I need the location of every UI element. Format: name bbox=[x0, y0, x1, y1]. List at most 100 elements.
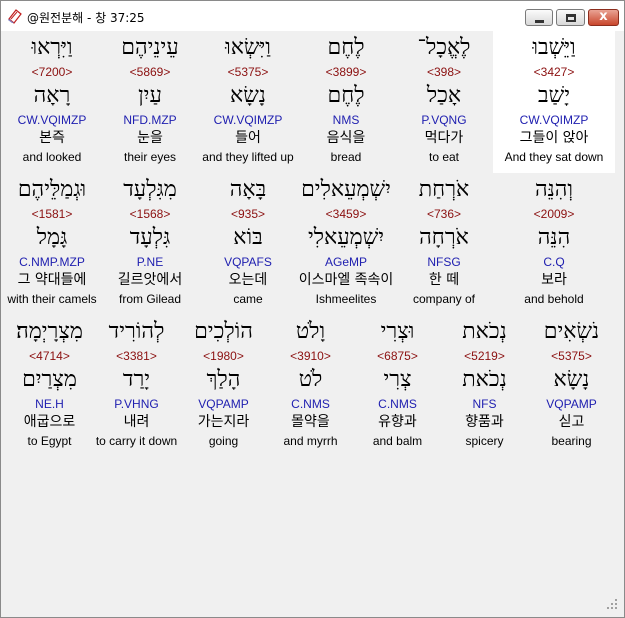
english-gloss: from Gilead bbox=[118, 292, 182, 306]
hebrew-lemma: גָּמָל bbox=[36, 225, 68, 250]
korean-gloss: 먹다가 bbox=[424, 130, 464, 146]
strong-number: <7200> bbox=[31, 65, 73, 79]
app-book-icon bbox=[8, 9, 22, 24]
hebrew-lemma: נָשָׂא bbox=[230, 83, 266, 108]
word-cell[interactable]: בָּאָה <935> בּוֹא VQPAFS 오는데 came bbox=[199, 173, 297, 315]
english-gloss: to eat bbox=[428, 150, 460, 164]
parse-code: VQPAMP bbox=[198, 397, 249, 411]
hebrew-lemma: נְכֹאת bbox=[462, 367, 507, 392]
app-window: @원전분해 - 창 37:25 x וַיֵּשְׁבוּ <3427> יָשַׁ… bbox=[0, 0, 625, 618]
verse-row: נֹשְׂאִים <5375> נָשָׂא VQPAMP 싣고 bearing נְכֹ… bbox=[4, 315, 621, 457]
hebrew-surface: הוֹלְכִים bbox=[194, 319, 253, 344]
hebrew-lemma: רָאָה bbox=[33, 83, 71, 108]
hebrew-lemma: מִצְרַיִם bbox=[22, 367, 77, 392]
word-cell[interactable]: לֶחֶם <3899> לֶחֶם NMS 음식을 bread bbox=[297, 31, 395, 173]
word-cell[interactable]: הוֹלְכִים <1980> הָלַךְ VQPAMP 가는지라 going bbox=[180, 315, 267, 457]
word-cell[interactable]: מִצְרָיְמָה׃ <4714> מִצְרַיִם NE.H 애굽으로 to Eg… bbox=[6, 315, 93, 457]
english-gloss: and myrrh bbox=[283, 434, 338, 448]
word-cell[interactable]: מִגִּלְעָד <1568> גִּלְעָד P.NE 길르앗에서 from Gi… bbox=[101, 173, 199, 315]
english-gloss: with their camels bbox=[7, 292, 97, 306]
hebrew-lemma: נָשָׂא bbox=[553, 367, 590, 392]
english-gloss: spicery bbox=[465, 434, 504, 448]
word-cell[interactable]: אֹרְחַת <736> אֹרְחָה NFSG 한 떼 company of bbox=[395, 173, 493, 315]
english-gloss: to Egypt bbox=[27, 434, 72, 448]
parse-code: VQPAMP bbox=[546, 397, 597, 411]
word-cell[interactable]: וּגְמַלֵּיהֶם <1581> גָּמָל C.NMP.MZP 그 약대들에… bbox=[3, 173, 101, 315]
korean-gloss: 유향과 bbox=[378, 414, 417, 430]
hebrew-surface: וּגְמַלֵּיהֶם bbox=[17, 177, 87, 202]
strong-number: <5375> bbox=[551, 349, 592, 363]
korean-gloss: 그 약대들에 bbox=[17, 272, 87, 288]
korean-gloss: 오는데 bbox=[228, 272, 268, 288]
verse-row: וְהִנֵּה <2009> הִנֵּה C.Q 보라 and behold אֹרְח… bbox=[4, 173, 621, 315]
english-gloss: their eyes bbox=[123, 150, 177, 164]
word-cell[interactable]: וַיֵּשְׁבוּ <3427> יָשַׁב CW.VQIMZP 그들이 앉아 An… bbox=[493, 31, 615, 173]
word-cell[interactable]: וַיִּרְאוּ <7200> רָאָה CW.VQIMZP 본즉 and look… bbox=[3, 31, 101, 173]
hebrew-surface: וַיִּרְאוּ bbox=[31, 35, 73, 60]
korean-gloss: 본즉 bbox=[39, 130, 65, 146]
english-gloss: company of bbox=[412, 292, 476, 306]
strong-number: <5869> bbox=[129, 65, 171, 79]
english-gloss: And they sat down bbox=[504, 150, 604, 164]
english-gloss: and balm bbox=[372, 434, 423, 448]
word-cell[interactable]: וְהִנֵּה <2009> הִנֵּה C.Q 보라 and behold bbox=[493, 173, 615, 315]
parse-code: NE.H bbox=[35, 397, 64, 411]
hebrew-surface: מִצְרָיְמָה׃ bbox=[16, 319, 83, 344]
korean-gloss: 음식을 bbox=[326, 130, 366, 146]
word-cell[interactable]: יִשְׁמְעֵאלִים <3459> יִשְׁמְעֵאלִי AGeMP 이스… bbox=[297, 173, 395, 315]
hebrew-lemma: אֹרְחָה bbox=[419, 225, 469, 250]
english-gloss: and they lifted up bbox=[202, 150, 294, 164]
parse-code: NFSG bbox=[427, 255, 461, 269]
korean-gloss: 그들이 앉아 bbox=[519, 130, 589, 146]
word-cell[interactable]: נֹשְׂאִים <5375> נָשָׂא VQPAMP 싣고 bearing bbox=[528, 315, 615, 457]
korean-gloss: 길르앗에서 bbox=[117, 272, 183, 288]
korean-gloss: 보라 bbox=[541, 272, 567, 288]
parse-code: C.Q bbox=[543, 255, 565, 269]
strong-number: <398> bbox=[426, 65, 462, 79]
maximize-button[interactable] bbox=[556, 9, 585, 26]
title-bar[interactable]: @원전분해 - 창 37:25 x bbox=[1, 1, 624, 31]
parse-code: NFS bbox=[472, 397, 497, 411]
hebrew-lemma: צְרִי bbox=[383, 367, 412, 392]
strong-number: <5219> bbox=[464, 349, 505, 363]
hebrew-lemma: יָשַׁב bbox=[538, 83, 570, 108]
word-cell[interactable]: נְכֹאת <5219> נְכֹאת NFS 향품과 spicery bbox=[441, 315, 528, 457]
parse-code: NMS bbox=[332, 113, 360, 127]
word-cell[interactable]: וּצְרִי <6875> צְרִי C.NMS 유향과 and balm bbox=[354, 315, 441, 457]
parse-code: P.NE bbox=[136, 255, 164, 269]
resize-grip-icon[interactable] bbox=[605, 597, 619, 611]
hebrew-surface: לְהוֹרִיד bbox=[108, 319, 165, 344]
hebrew-surface: וָלֹט bbox=[295, 319, 326, 344]
hebrew-surface: עֵינֵיהֶם bbox=[121, 35, 179, 60]
word-cell[interactable]: וָלֹט <3910> לֹט C.NMS 몰약을 and myrrh bbox=[267, 315, 354, 457]
parse-code: CW.VQIMZP bbox=[519, 113, 589, 127]
strong-number: <3427> bbox=[533, 65, 575, 79]
word-cell[interactable]: עֵינֵיהֶם <5869> עַיִן NFD.MZP 눈을 their eyes bbox=[101, 31, 199, 173]
parse-code: C.NMP.MZP bbox=[19, 255, 85, 269]
korean-gloss: 한 떼 bbox=[428, 272, 460, 288]
hebrew-lemma: יִשְׁמְעֵאלִי bbox=[307, 225, 385, 250]
verse-row: וַיֵּשְׁבוּ <3427> יָשַׁב CW.VQIMZP 그들이 앉아 An… bbox=[4, 31, 621, 173]
minimize-icon bbox=[535, 20, 544, 23]
hebrew-lemma: הָלַךְ bbox=[206, 367, 241, 392]
word-cell[interactable]: וַיִּשְׂאוּ <5375> נָשָׂא CW.VQIMZP 들어 and th… bbox=[199, 31, 297, 173]
hebrew-lemma: יָרַד bbox=[122, 367, 151, 392]
strong-number: <4714> bbox=[29, 349, 70, 363]
hebrew-surface: וְהִנֵּה bbox=[534, 177, 574, 202]
korean-gloss: 이스마엘 족속이 bbox=[298, 272, 394, 288]
word-cell[interactable]: לֶאֱכָל־ <398> אָכַל P.VQNG 먹다가 to eat bbox=[395, 31, 493, 173]
parse-code: CW.VQIMZP bbox=[17, 113, 87, 127]
strong-number: <5375> bbox=[227, 65, 269, 79]
hebrew-lemma: לֹט bbox=[298, 367, 323, 392]
strong-number: <3910> bbox=[290, 349, 331, 363]
word-cell[interactable]: לְהוֹרִיד <3381> יָרַד P.VHNG 내려 to carry it … bbox=[93, 315, 180, 457]
hebrew-surface: יִשְׁמְעֵאלִים bbox=[301, 177, 391, 202]
close-button[interactable]: x bbox=[588, 9, 619, 26]
strong-number: <935> bbox=[230, 207, 266, 221]
hebrew-surface: לֶאֱכָל־ bbox=[417, 35, 471, 60]
korean-gloss: 애굽으로 bbox=[23, 414, 76, 430]
parse-code: P.VQNG bbox=[421, 113, 467, 127]
hebrew-lemma: עַיִן bbox=[138, 83, 162, 108]
minimize-button[interactable] bbox=[525, 9, 553, 26]
strong-number: <3899> bbox=[325, 65, 367, 79]
